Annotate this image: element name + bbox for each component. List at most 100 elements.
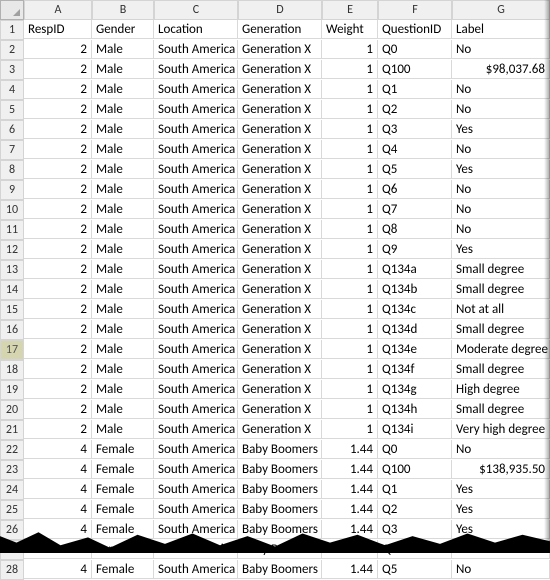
cell[interactable]: South America: [154, 200, 238, 219]
cell[interactable]: Male: [92, 60, 154, 79]
cell[interactable]: 1.44: [322, 440, 378, 459]
cell[interactable]: Q134c: [378, 300, 452, 319]
cell[interactable]: South America: [154, 60, 238, 79]
cell[interactable]: 1: [322, 180, 378, 199]
cell[interactable]: Q100: [378, 460, 452, 479]
cell[interactable]: South America: [154, 180, 238, 199]
column-header[interactable]: F: [378, 0, 452, 20]
cell[interactable]: No: [452, 140, 550, 159]
cell[interactable]: Q134d: [378, 320, 452, 339]
cell[interactable]: 1: [322, 400, 378, 419]
cell[interactable]: Male: [92, 360, 154, 379]
cell[interactable]: 2: [24, 400, 92, 419]
cell[interactable]: 2: [24, 200, 92, 219]
row-header[interactable]: 15: [0, 300, 24, 320]
cell[interactable]: Generation X: [238, 360, 322, 379]
cell[interactable]: Female: [92, 460, 154, 479]
cell[interactable]: 2: [24, 120, 92, 139]
cell[interactable]: South America: [154, 100, 238, 119]
cell[interactable]: South America: [154, 80, 238, 99]
row-header[interactable]: 18: [0, 360, 24, 380]
cell[interactable]: 2: [24, 40, 92, 59]
cell[interactable]: 1: [322, 120, 378, 139]
cell[interactable]: South America: [154, 360, 238, 379]
cell[interactable]: 1: [322, 380, 378, 399]
cell[interactable]: No: [452, 440, 550, 459]
cell[interactable]: 2: [24, 420, 92, 439]
cell[interactable]: Male: [92, 160, 154, 179]
row-header[interactable]: 7: [0, 140, 24, 160]
cell[interactable]: 1: [322, 100, 378, 119]
cell[interactable]: South America: [154, 480, 238, 499]
cell[interactable]: Male: [92, 100, 154, 119]
cell[interactable]: 2: [24, 340, 92, 359]
cell[interactable]: Yes: [452, 160, 550, 179]
cell[interactable]: 4: [24, 440, 92, 459]
cell[interactable]: Generation X: [238, 300, 322, 319]
cell[interactable]: Q9: [378, 240, 452, 259]
cell[interactable]: 4: [24, 480, 92, 499]
cell[interactable]: Yes: [452, 500, 550, 519]
cell[interactable]: Male: [92, 320, 154, 339]
cell[interactable]: 1: [322, 240, 378, 259]
cell[interactable]: South America: [154, 380, 238, 399]
cell[interactable]: Male: [92, 240, 154, 259]
cell[interactable]: 2: [24, 260, 92, 279]
cell[interactable]: Baby Boomers: [238, 500, 322, 519]
row-header[interactable]: 16: [0, 320, 24, 340]
cell[interactable]: Generation X: [238, 80, 322, 99]
cell[interactable]: 4: [24, 460, 92, 479]
cell[interactable]: Label: [452, 20, 550, 39]
cell[interactable]: 2: [24, 280, 92, 299]
cell[interactable]: 2: [24, 60, 92, 79]
cell[interactable]: 1: [322, 140, 378, 159]
cell[interactable]: Q3: [378, 520, 452, 539]
cell[interactable]: Generation X: [238, 240, 322, 259]
cell[interactable]: Q0: [378, 440, 452, 459]
cell[interactable]: 1: [322, 420, 378, 439]
row-header[interactable]: 12: [0, 240, 24, 260]
row-header[interactable]: 26: [0, 520, 24, 540]
cell[interactable]: No: [452, 220, 550, 239]
row-header[interactable]: 21: [0, 420, 24, 440]
row-header[interactable]: 22: [0, 440, 24, 460]
cell[interactable]: 2: [24, 100, 92, 119]
cell[interactable]: Q134f: [378, 360, 452, 379]
cell[interactable]: Small degree: [452, 280, 550, 299]
cell[interactable]: 1: [322, 80, 378, 99]
row-header[interactable]: 11: [0, 220, 24, 240]
cell[interactable]: South America: [154, 240, 238, 259]
cell[interactable]: No: [452, 200, 550, 219]
cell[interactable]: Generation X: [238, 420, 322, 439]
cell[interactable]: Generation X: [238, 60, 322, 79]
cell[interactable]: South America: [154, 40, 238, 59]
cell[interactable]: No: [452, 80, 550, 99]
row-header[interactable]: 19: [0, 380, 24, 400]
cell[interactable]: Generation X: [238, 380, 322, 399]
cell[interactable]: Generation: [238, 20, 322, 39]
cell[interactable]: No: [452, 560, 550, 579]
cell[interactable]: High degree: [452, 380, 550, 399]
cell[interactable]: 1: [322, 300, 378, 319]
cell[interactable]: 4: [24, 500, 92, 519]
cell[interactable]: Generation X: [238, 40, 322, 59]
row-header[interactable]: 17: [0, 340, 24, 360]
cell[interactable]: 2: [24, 180, 92, 199]
row-header[interactable]: 6: [0, 120, 24, 140]
cell[interactable]: 4: [24, 560, 92, 579]
column-header[interactable]: A: [24, 0, 92, 20]
cell[interactable]: Small degree: [452, 260, 550, 279]
cell[interactable]: South America: [154, 280, 238, 299]
cell[interactable]: QuestionID: [378, 20, 452, 39]
row-header[interactable]: 8: [0, 160, 24, 180]
cell[interactable]: Q1: [378, 480, 452, 499]
cell[interactable]: No: [452, 100, 550, 119]
row-header[interactable]: 13: [0, 260, 24, 280]
cell[interactable]: Small degree: [452, 400, 550, 419]
cell[interactable]: RespID: [24, 20, 92, 39]
row-header[interactable]: 9: [0, 180, 24, 200]
cell[interactable]: Q5: [378, 160, 452, 179]
cell[interactable]: Male: [92, 260, 154, 279]
cell[interactable]: 1: [322, 40, 378, 59]
cell[interactable]: Gender: [92, 20, 154, 39]
